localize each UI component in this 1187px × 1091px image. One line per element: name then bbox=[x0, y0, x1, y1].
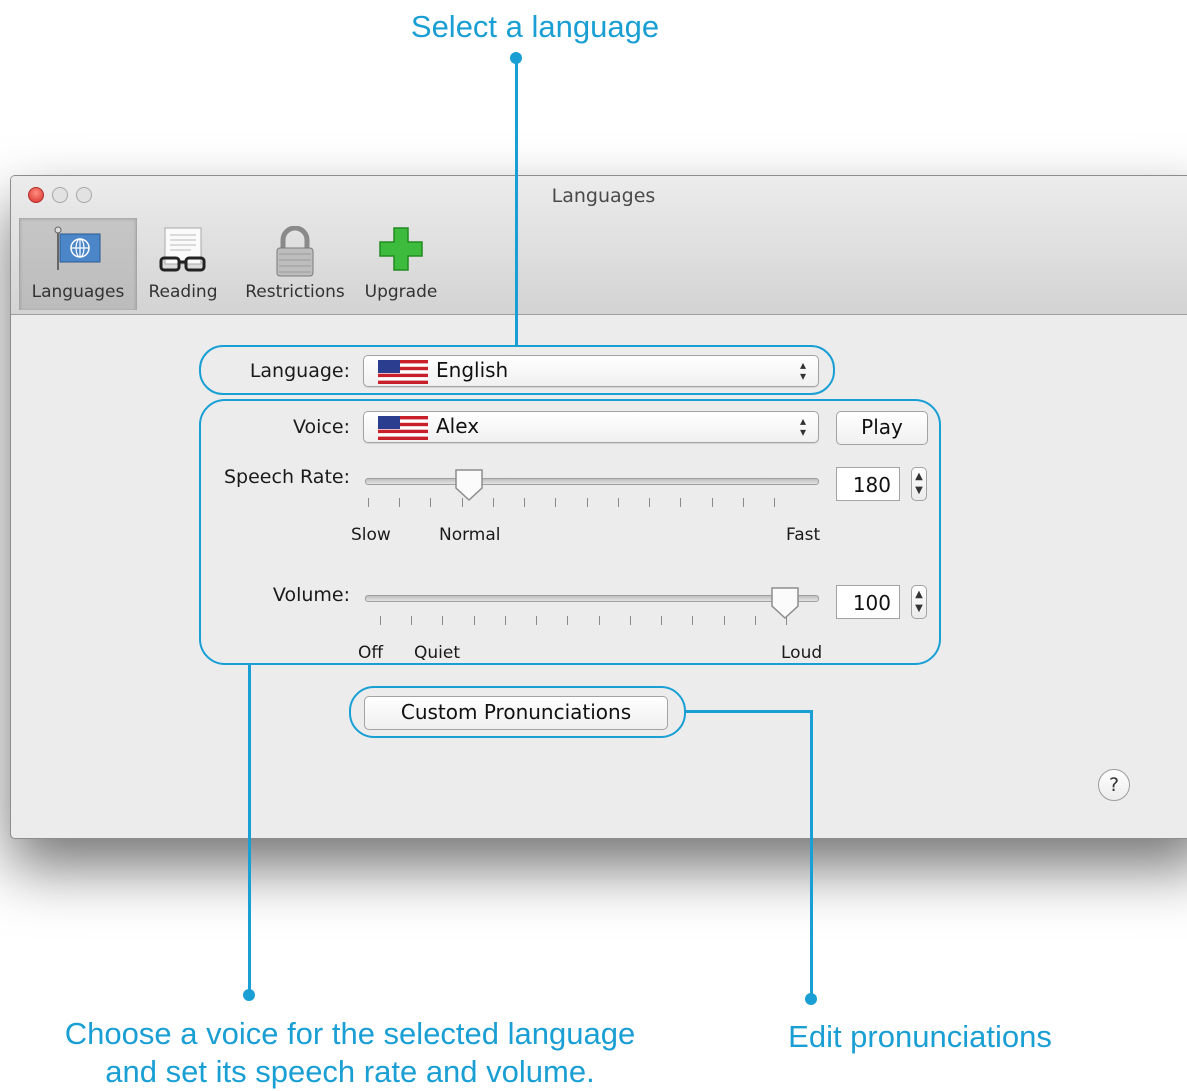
callout-dot-voice bbox=[243, 989, 255, 1001]
window-title: Languages bbox=[551, 185, 656, 207]
callout-line-voice bbox=[248, 663, 251, 995]
callout-select-language: Select a language bbox=[410, 9, 660, 44]
callout-ring-pronunciations bbox=[349, 686, 686, 738]
toolbar-item-reading[interactable]: Reading bbox=[137, 218, 229, 310]
toolbar-label-reading: Reading bbox=[148, 282, 218, 302]
toolbar-label-upgrade: Upgrade bbox=[364, 282, 438, 302]
padlock-icon bbox=[273, 225, 317, 283]
callout-ring-language bbox=[199, 345, 835, 395]
callout-ring-voice bbox=[199, 399, 941, 665]
toolbar-item-languages[interactable]: Languages bbox=[19, 218, 137, 310]
toolbar-label-languages: Languages bbox=[31, 282, 125, 302]
toolbar-item-restrictions[interactable]: Restrictions bbox=[233, 218, 357, 310]
callout-choose-voice-line2: and set its speech rate and volume. bbox=[105, 1054, 595, 1089]
callout-dot-pronunciations bbox=[805, 993, 817, 1005]
titlebar: Languages Languages Reading Restrictions… bbox=[11, 176, 1187, 315]
callout-line-language bbox=[515, 58, 518, 345]
globe-flag-icon bbox=[52, 226, 104, 277]
callout-choose-voice-line1: Choose a voice for the selected language bbox=[64, 1016, 636, 1051]
callout-line-pron-h bbox=[684, 710, 812, 713]
glasses-document-icon bbox=[155, 226, 211, 279]
toolbar-label-restrictions: Restrictions bbox=[245, 282, 345, 302]
toolbar-item-upgrade[interactable]: Upgrade bbox=[359, 218, 443, 310]
green-plus-icon bbox=[378, 226, 424, 277]
help-button[interactable]: ? bbox=[1098, 769, 1130, 801]
callout-line-pron-v bbox=[810, 710, 813, 997]
callout-edit-pronunciations: Edit pronunciations bbox=[788, 1019, 1052, 1054]
